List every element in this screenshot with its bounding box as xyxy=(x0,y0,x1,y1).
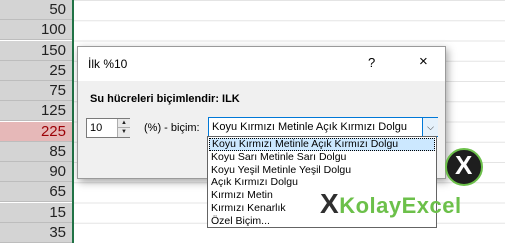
instruction-label: Su hücreleri biçimlendir: ILK xyxy=(90,93,240,105)
cell-value[interactable]: 75 xyxy=(0,81,72,101)
dropdown-option[interactable]: Koyu Kırmızı Metinle Açık Kırmızı Dolgu xyxy=(209,138,435,151)
format-select[interactable]: Koyu Kırmızı Metinle Açık Kırmızı Dolgu … xyxy=(208,117,438,137)
cell-value[interactable]: 225 xyxy=(0,121,72,142)
spin-down-icon[interactable]: ▼ xyxy=(118,128,130,137)
cell-value[interactable]: 125 xyxy=(0,101,72,122)
dialog-title: İlk %10 xyxy=(88,57,128,71)
watermark-text: KolayExcel xyxy=(339,193,462,218)
watermark: XKolayExcel xyxy=(320,188,462,220)
cell-value[interactable]: 85 xyxy=(0,141,72,162)
watermark-x: X xyxy=(320,188,340,219)
close-button[interactable]: × xyxy=(419,53,428,70)
help-button[interactable]: ? xyxy=(368,55,375,70)
cell-value[interactable]: 90 xyxy=(0,162,72,182)
cell-value[interactable]: 35 xyxy=(0,222,72,243)
count-spinner[interactable]: ▲ ▼ xyxy=(117,119,130,137)
dialog-titlebar: İlk %10 ? × xyxy=(78,47,445,81)
chevron-down-icon[interactable]: ⌵ xyxy=(422,118,438,136)
cell-value[interactable]: 25 xyxy=(0,60,72,81)
cell-value[interactable]: 65 xyxy=(0,182,72,203)
cell-value[interactable]: 150 xyxy=(0,40,72,61)
spin-up-icon[interactable]: ▲ xyxy=(118,119,130,128)
cell-value[interactable]: 15 xyxy=(0,202,72,223)
dropdown-option[interactable]: Koyu Sarı Metinle Sarı Dolgu xyxy=(209,151,435,164)
percent-format-label: (%) - biçim: xyxy=(144,122,200,134)
format-select-value: Koyu Kırmızı Metinle Açık Kırmızı Dolgu xyxy=(212,121,408,133)
dropdown-option[interactable]: Koyu Yeşil Metinle Yeşil Dolgu xyxy=(209,164,435,177)
cell-value[interactable]: 50 xyxy=(0,0,72,20)
logo-x-glyph: X xyxy=(455,150,473,180)
cell-value[interactable]: 100 xyxy=(0,20,72,41)
spreadsheet-column: 50 100 150 25 75 125 225 85 90 65 15 35 xyxy=(0,0,74,243)
